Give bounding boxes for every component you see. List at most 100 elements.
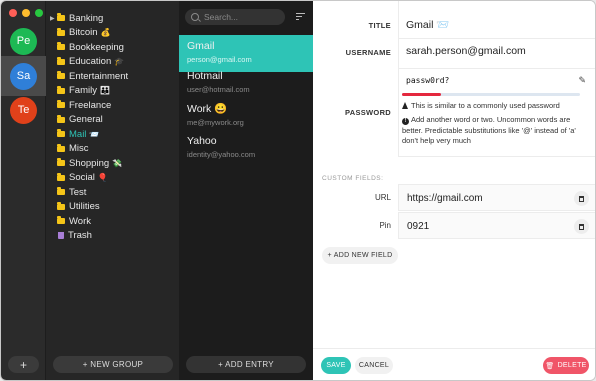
folder-icon bbox=[57, 129, 65, 138]
group-item[interactable]: Bookkeeping bbox=[46, 40, 179, 55]
group-label: General bbox=[69, 114, 103, 126]
groups-sidebar: ▶ Banking Bitcoin 💰 Bookkeeping Education 🎓… bbox=[46, 1, 179, 380]
entry-item[interactable]: Work 😀 me@mywork.org bbox=[179, 97, 313, 134]
folder-icon bbox=[57, 13, 65, 22]
custom-field-value[interactable]: 0921 bbox=[407, 221, 429, 232]
entry-subtitle: me@mywork.org bbox=[187, 118, 244, 127]
group-label: Misc bbox=[69, 143, 89, 155]
group-item[interactable]: Education 🎓 bbox=[46, 55, 179, 70]
delete-field-icon[interactable] bbox=[574, 191, 589, 206]
group-label: Education bbox=[69, 56, 112, 68]
divider bbox=[398, 38, 595, 39]
entry-detail: TITLE Gmail 📨 USERNAME sarah.person@gmai… bbox=[313, 1, 595, 380]
custom-field-value-box: https://gmail.com bbox=[398, 184, 595, 211]
title-field[interactable]: Gmail 📨 bbox=[406, 18, 449, 31]
group-label: Utilities bbox=[69, 201, 100, 213]
trash-icon bbox=[58, 232, 64, 240]
password-label: PASSWORD bbox=[344, 108, 391, 117]
cancel-button[interactable]: CANCEL bbox=[355, 357, 393, 374]
warning-icon bbox=[402, 102, 408, 109]
custom-field-key[interactable]: Pin bbox=[313, 221, 391, 230]
group-item[interactable]: General bbox=[46, 113, 179, 128]
window-controls bbox=[9, 9, 43, 17]
password-suggestion: ! Add another word or two. Uncommon words… bbox=[402, 115, 592, 147]
group-item[interactable]: ▶ Banking bbox=[46, 11, 179, 26]
group-item-trash[interactable]: Trash bbox=[46, 229, 179, 244]
group-label: Entertainment bbox=[69, 70, 129, 82]
entry-subtitle: identity@yahoo.com bbox=[187, 150, 256, 159]
folder-icon bbox=[57, 27, 65, 36]
entry-subtitle: person@gmail.com bbox=[187, 55, 252, 64]
delete-label: DELETE bbox=[557, 362, 587, 369]
custom-field-row: Pin 0921 bbox=[313, 212, 595, 239]
folder-icon bbox=[57, 100, 65, 109]
group-label: Trash bbox=[68, 230, 92, 242]
group-label: Social bbox=[69, 172, 95, 184]
username-label: USERNAME bbox=[345, 48, 391, 57]
group-item[interactable]: Bitcoin 💰 bbox=[46, 26, 179, 41]
account-item[interactable]: Te bbox=[1, 90, 46, 130]
folder-icon bbox=[57, 56, 65, 65]
group-emoji: 🎓 bbox=[114, 57, 125, 67]
custom-fields-label: CUSTOM FIELDS: bbox=[322, 175, 384, 182]
group-label: Banking bbox=[69, 12, 104, 24]
group-item[interactable]: Freelance bbox=[46, 98, 179, 113]
search-input[interactable]: Search... bbox=[185, 9, 285, 25]
add-new-field-button[interactable]: + ADD NEW FIELD bbox=[322, 247, 398, 264]
group-item[interactable]: Work bbox=[46, 214, 179, 229]
folder-icon bbox=[57, 216, 65, 225]
password-box: passw0rd? ✎ This is similar to a commonl… bbox=[399, 69, 595, 153]
group-item[interactable]: Entertainment bbox=[46, 69, 179, 84]
save-button[interactable]: SAVE bbox=[321, 357, 351, 374]
delete-field-icon[interactable] bbox=[574, 219, 589, 234]
magic-wand-icon[interactable]: ✎ bbox=[578, 75, 586, 86]
info-icon: ! bbox=[402, 118, 409, 125]
custom-field-value[interactable]: https://gmail.com bbox=[407, 193, 483, 204]
password-strength-bar bbox=[402, 93, 580, 96]
group-label: Bookkeeping bbox=[69, 41, 124, 53]
search-placeholder: Search... bbox=[204, 12, 239, 22]
delete-button[interactable]: 🗑 DELETE bbox=[543, 357, 589, 374]
group-item[interactable]: Family 👪 bbox=[46, 84, 179, 99]
group-emoji: 💰 bbox=[100, 28, 111, 38]
password-field[interactable]: passw0rd? bbox=[406, 76, 449, 85]
add-account-button[interactable]: + bbox=[8, 356, 39, 373]
sort-icon[interactable] bbox=[296, 13, 305, 22]
avatar: Pe bbox=[10, 27, 37, 55]
group-emoji: 💸 bbox=[112, 158, 123, 168]
custom-field-key[interactable]: URL bbox=[313, 193, 391, 202]
minimize-window-button[interactable] bbox=[22, 9, 30, 17]
add-entry-button[interactable]: + ADD ENTRY bbox=[186, 356, 306, 373]
app-window: Pe Sa Te + ▶ Banking Bitcoin 💰 Bookkeeping… bbox=[0, 0, 596, 381]
entry-title: Gmail bbox=[187, 40, 215, 52]
entry-subtitle: user@hotmail.com bbox=[187, 85, 250, 94]
caret-right-icon[interactable]: ▶ bbox=[50, 15, 57, 22]
group-label: Bitcoin bbox=[69, 27, 98, 39]
folder-icon bbox=[57, 114, 65, 123]
account-item[interactable]: Pe bbox=[1, 21, 46, 61]
title-label: TITLE bbox=[368, 21, 391, 30]
entry-title: Yahoo bbox=[187, 135, 217, 147]
entry-title: Work 😀 bbox=[187, 103, 228, 115]
folder-icon bbox=[57, 187, 65, 196]
detail-footer: SAVE CANCEL 🗑 DELETE bbox=[313, 348, 595, 380]
password-strength-fill bbox=[402, 93, 442, 96]
group-item-active[interactable]: Mail 📨 bbox=[46, 127, 179, 142]
group-item[interactable]: Utilities bbox=[46, 200, 179, 215]
group-item[interactable]: Social 🎈 bbox=[46, 171, 179, 186]
group-item[interactable]: Misc bbox=[46, 142, 179, 157]
group-label: Family bbox=[69, 85, 97, 97]
maximize-window-button[interactable] bbox=[35, 9, 43, 17]
group-item[interactable]: Shopping 💸 bbox=[46, 156, 179, 171]
group-item[interactable]: Test bbox=[46, 185, 179, 200]
group-emoji: 🎈 bbox=[97, 173, 108, 183]
entries-list: Search... Gmail person@gmail.com Hotmail… bbox=[179, 1, 313, 380]
folder-icon bbox=[57, 42, 65, 51]
folder-icon bbox=[57, 158, 65, 167]
username-field[interactable]: sarah.person@gmail.com bbox=[406, 45, 526, 57]
new-group-button[interactable]: + NEW GROUP bbox=[53, 356, 173, 373]
entry-item[interactable]: Yahoo identity@yahoo.com bbox=[179, 130, 313, 167]
custom-field-value-box: 0921 bbox=[398, 212, 595, 239]
password-warning-text: This is similar to a commonly used passw… bbox=[411, 101, 560, 110]
close-window-button[interactable] bbox=[9, 9, 17, 17]
